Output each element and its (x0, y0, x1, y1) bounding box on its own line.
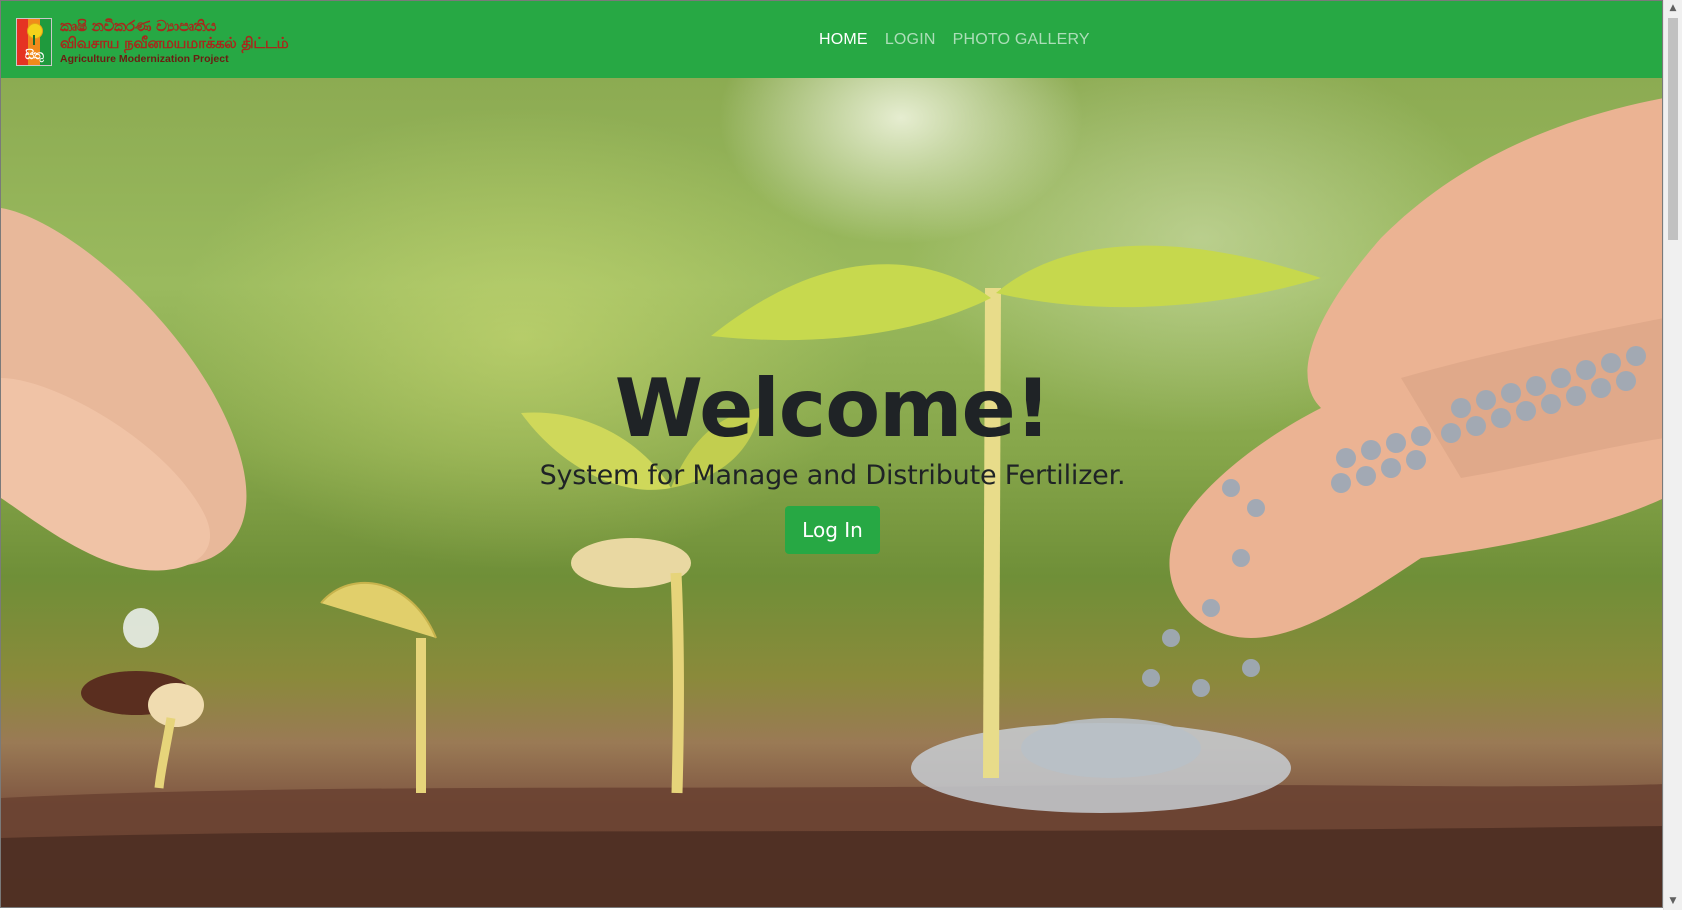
login-button[interactable]: Log In (785, 506, 880, 554)
welcome-heading: Welcome! (614, 362, 1052, 455)
brand-logo[interactable]: සිතු කෘෂි නවීකරණ ව්‍යාපෘතිය விவசாய நவீனம… (16, 17, 289, 66)
nav-photo-gallery-link[interactable]: PHOTO GALLERY (953, 31, 1090, 49)
system-tagline: System for Manage and Distribute Fertili… (539, 460, 1126, 491)
navbar: සිතු කෘෂි නවීකරණ ව්‍යාපෘතිය விவசாய நவீனம… (1, 1, 1662, 78)
brand-tamil-name: விவசாய நவீனமயமாக்கல் திட்டம் (60, 34, 289, 53)
scroll-thumb[interactable] (1668, 18, 1678, 240)
brand-sinhala-name: කෘෂි නවීකරණ ව්‍යාපෘතිය (60, 17, 217, 36)
nav-home-link[interactable]: HOME (819, 31, 868, 49)
page-scrollbar[interactable]: ▲ ▼ (1663, 0, 1682, 910)
scroll-up-arrow-icon[interactable]: ▲ (1664, 0, 1682, 17)
brand-text: කෘෂි නවීකරණ ව්‍යාපෘතිය விவசாய நவீனமயமாக்… (60, 17, 289, 66)
brand-english-name: Agriculture Modernization Project (60, 53, 229, 66)
emblem-script: සිතු (25, 48, 44, 63)
hero-section: Welcome! System for Manage and Distribut… (1, 78, 1662, 907)
nav-links: HOME LOGIN PHOTO GALLERY (819, 31, 1090, 49)
project-emblem-icon: සිතු (16, 18, 52, 66)
nav-login-link[interactable]: LOGIN (885, 31, 936, 49)
browser-viewport: සිතු කෘෂි නවීකරණ ව්‍යාපෘතිය விவசாய நவீனம… (0, 0, 1663, 908)
scroll-down-arrow-icon[interactable]: ▼ (1664, 893, 1682, 910)
hero-content: Welcome! System for Manage and Distribut… (1, 365, 1662, 554)
